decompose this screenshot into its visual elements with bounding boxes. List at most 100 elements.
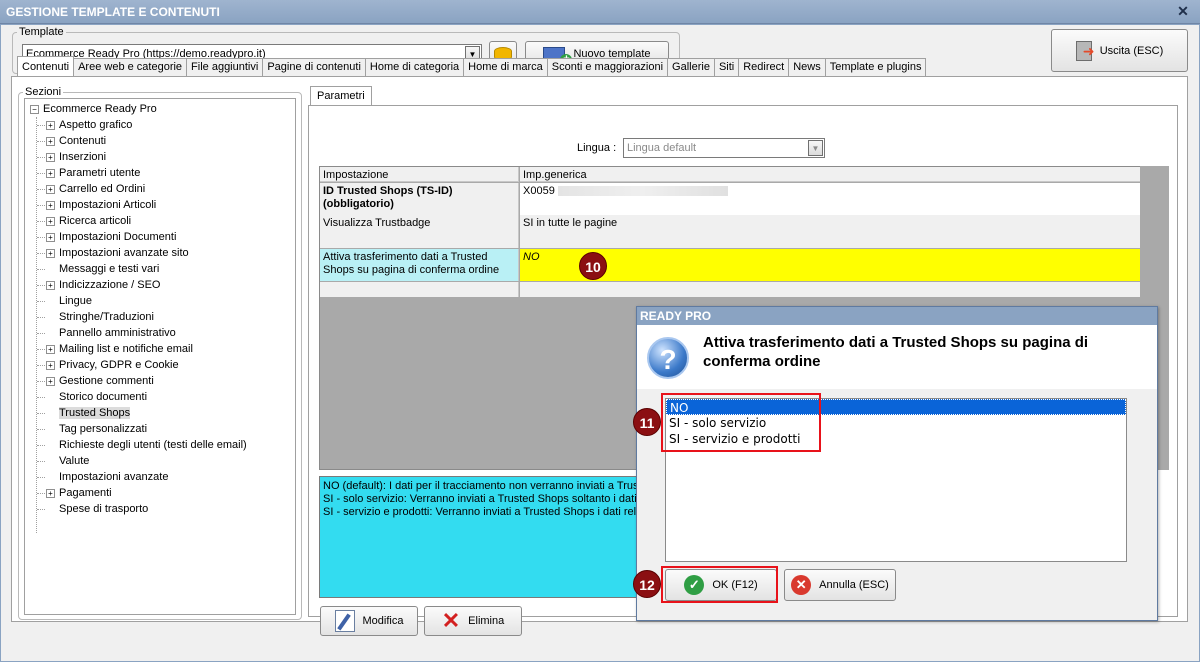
tree-item-label: Impostazioni Articoli [59, 199, 157, 211]
tab-home-categoria[interactable]: Home di categoria [364, 58, 465, 77]
tab-sconti[interactable]: Sconti e maggiorazioni [546, 58, 669, 77]
tree-item[interactable]: + Gestione commenti [46, 373, 154, 389]
tree-item-label: Pagamenti [59, 487, 112, 499]
tab-pagine-contenuti[interactable]: Pagine di contenuti [262, 58, 366, 77]
tree-item[interactable]: + Parametri utente [46, 165, 140, 181]
tree-item[interactable]: Valute [59, 453, 89, 469]
lingua-select-value: Lingua default [627, 142, 697, 154]
tree-item-label: Ricerca articoli [59, 215, 132, 227]
tree-item[interactable]: + Indicizzazione / SEO [46, 277, 161, 293]
expand-icon[interactable]: + [46, 344, 55, 354]
exit-icon [1075, 40, 1094, 61]
tree-connector [37, 285, 45, 286]
tree-item-label: Indicizzazione / SEO [59, 279, 161, 291]
tree-item[interactable]: + Inserzioni [46, 149, 106, 165]
tab-contenuti[interactable]: Contenuti [17, 56, 75, 77]
tab-news[interactable]: News [788, 58, 826, 77]
tree-item[interactable]: + Mailing list e notifiche email [46, 341, 193, 357]
sections-label: Sezioni [25, 86, 62, 98]
tree-item[interactable]: + Impostazioni avanzate sito [46, 245, 189, 261]
tree-root[interactable]: − Ecommerce Ready Pro [30, 101, 157, 117]
tab-gallerie[interactable]: Gallerie [667, 58, 715, 77]
delete-button[interactable]: ✕ Elimina [424, 606, 522, 636]
row-setting-transfer[interactable]: Attiva trasferimento dati a Trusted Shop… [320, 249, 519, 281]
lingua-label: Lingua : [577, 142, 617, 154]
tab-siti[interactable]: Siti [713, 58, 740, 77]
tree-item[interactable]: + Carrello ed Ordini [46, 181, 145, 197]
tree-item[interactable]: Tag personalizzati [59, 421, 147, 437]
exit-button[interactable]: Uscita (ESC) [1051, 29, 1188, 72]
tab-template-plugins[interactable]: Template e plugins [824, 58, 927, 77]
tree-item-label: Parametri utente [59, 167, 141, 179]
expand-icon[interactable]: + [46, 152, 55, 162]
tree-item[interactable]: + Pagamenti [46, 485, 112, 501]
tree-connector [37, 445, 45, 446]
tab-aree-web[interactable]: Aree web e categorie [73, 58, 188, 77]
expand-icon[interactable]: + [46, 360, 55, 370]
tree-item[interactable]: Impostazioni avanzate [59, 469, 168, 485]
expand-icon[interactable]: + [46, 232, 55, 242]
tree-connector [37, 157, 45, 158]
tree-item[interactable]: + Impostazioni Documenti [46, 229, 176, 245]
tab-parametri[interactable]: Parametri [310, 86, 372, 106]
tree-item[interactable]: + Ricerca articoli [46, 213, 131, 229]
expand-icon[interactable]: + [46, 280, 55, 290]
tree-item[interactable]: Lingue [59, 293, 92, 309]
row-value-tsid[interactable]: X0059 [520, 183, 1140, 215]
tree-item[interactable]: + Aspetto grafico [46, 117, 132, 133]
expand-icon[interactable]: + [46, 248, 55, 258]
tree-item[interactable]: Messaggi e testi vari [59, 261, 159, 277]
tree-item-label: Lingue [59, 295, 93, 307]
exit-label: Uscita (ESC) [1099, 44, 1164, 57]
description-line: SI - servizio e prodotti: Verranno invia… [323, 506, 639, 518]
expand-icon[interactable]: + [46, 200, 55, 210]
tree-item[interactable]: Pannello amministrativo [59, 325, 176, 341]
tree-item-label: Aspetto grafico [59, 119, 133, 131]
annotation-marker-11: 11 [633, 408, 661, 436]
row-setting-trustbadge[interactable]: Visualizza Trustbadge [320, 215, 519, 248]
expand-icon[interactable]: + [46, 488, 55, 498]
tab-home-marca[interactable]: Home di marca [463, 58, 548, 77]
collapse-icon[interactable]: − [30, 104, 39, 114]
edit-button[interactable]: Modifica [320, 606, 418, 636]
row-setting-tsid[interactable]: ID Trusted Shops (TS-ID) (obbligatorio) [320, 183, 519, 215]
tree-connector [37, 429, 45, 430]
cancel-button[interactable]: ✕ Annulla (ESC) [784, 569, 896, 601]
tree-item[interactable]: + Impostazioni Articoli [46, 197, 156, 213]
expand-icon[interactable]: + [46, 168, 55, 178]
row-value-trustbadge[interactable]: SI in tutte le pagine [520, 215, 1140, 248]
expand-icon[interactable]: + [46, 120, 55, 130]
tree-item[interactable]: Richieste degli utenti (testi delle emai… [59, 437, 247, 453]
dialog-message: Attiva trasferimento dati a Trusted Shop… [703, 334, 1089, 370]
row-value-transfer[interactable]: NO [520, 249, 1140, 281]
sections-tree[interactable]: − Ecommerce Ready Pro + Aspetto grafico + Co… [24, 98, 296, 615]
tree-item[interactable]: Trusted Shops [59, 405, 131, 421]
expand-icon[interactable]: + [46, 376, 55, 386]
tree-connector [37, 189, 45, 190]
tree-connector [37, 317, 45, 318]
tab-redirect[interactable]: Redirect [738, 58, 790, 77]
window-titlebar: GESTIONE TEMPLATE E CONTENUTI ✕ [0, 0, 1200, 24]
delete-icon: ✕ [441, 608, 461, 633]
close-icon[interactable]: ✕ [1176, 4, 1190, 18]
tree-item[interactable]: Storico documenti [59, 389, 147, 405]
tree-connector [37, 269, 45, 270]
tree-item[interactable]: Stringhe/Traduzioni [59, 309, 154, 325]
tree-connector [37, 237, 45, 238]
tab-file-aggiuntivi[interactable]: File aggiuntivi [186, 58, 264, 77]
expand-icon[interactable]: + [46, 216, 55, 226]
annotation-marker-12: 12 [633, 570, 661, 598]
dropdown-arrow-icon[interactable]: ▼ [808, 140, 823, 156]
tree-item[interactable]: + Contenuti [46, 133, 106, 149]
dialog-header: ? Attiva trasferimento dati a Trusted Sh… [637, 325, 1157, 389]
tree-root-label: Ecommerce Ready Pro [43, 103, 157, 115]
annotation-marker-10: 10 [579, 252, 607, 280]
tree-item[interactable]: Spese di trasporto [59, 501, 148, 517]
expand-icon[interactable]: + [46, 136, 55, 146]
annotation-box-ok [661, 566, 778, 603]
tree-item-label: Contenuti [59, 135, 107, 147]
lingua-select[interactable]: Lingua default ▼ [623, 138, 825, 158]
tree-connector [37, 253, 45, 254]
tree-item[interactable]: + Privacy, GDPR e Cookie [46, 357, 179, 373]
expand-icon[interactable]: + [46, 184, 55, 194]
